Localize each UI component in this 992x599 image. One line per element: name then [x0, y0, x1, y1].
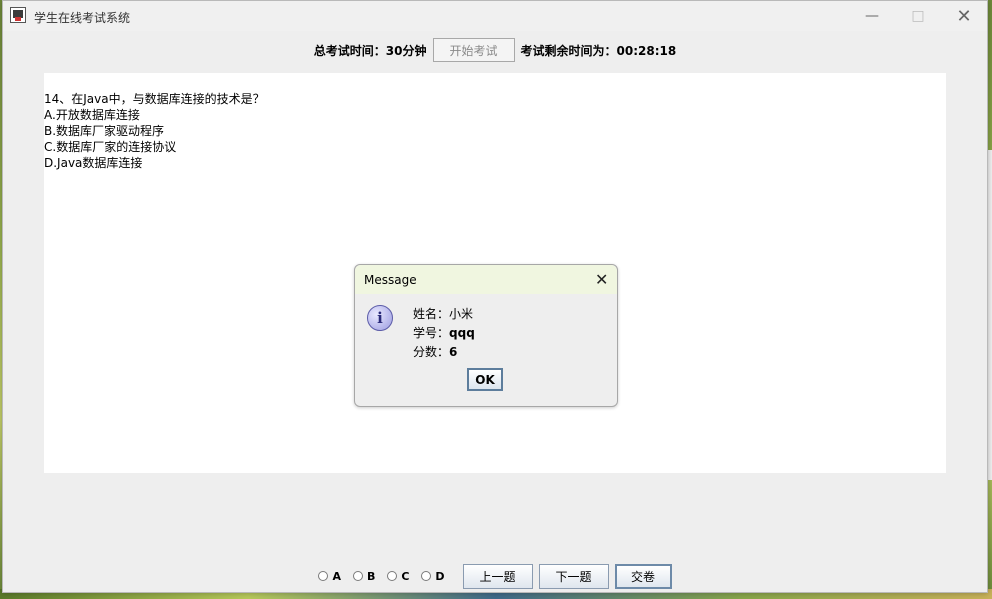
start-exam-button[interactable]: 开始考试	[432, 38, 515, 62]
dialog-close-icon[interactable]: ✕	[595, 270, 608, 289]
score-value: 6	[449, 345, 458, 359]
option-b-label: B	[366, 569, 376, 583]
maximize-button[interactable]: □	[895, 1, 941, 31]
radio-circle[interactable]	[421, 571, 432, 581]
option-c-label: C	[401, 569, 410, 583]
next-question-button[interactable]: 下一题	[538, 563, 609, 589]
student-id-label: 学号：	[413, 326, 450, 340]
option-d-radio[interactable]: D	[421, 569, 445, 583]
title-bar: 学生在线考试系统 — □ ✕	[3, 1, 987, 31]
radio-circle[interactable]	[318, 571, 329, 581]
option-c-text: C.数据库厂家的连接协议	[44, 140, 177, 154]
name-row: 姓名：小米	[413, 305, 475, 324]
option-d-text: D.Java数据库连接	[44, 156, 143, 170]
radio-circle[interactable]	[387, 571, 398, 581]
name-value: 小米	[449, 307, 474, 321]
dialog-title-bar: Message ✕	[355, 265, 617, 294]
close-window-button[interactable]: ✕	[941, 1, 987, 31]
option-d-label: D	[435, 569, 445, 583]
student-id-row: 学号：qqq	[413, 324, 475, 343]
option-a-radio[interactable]: A	[318, 570, 341, 583]
option-b-text: B.数据库厂家驱动程序	[44, 124, 165, 138]
total-time-label: 总考试时间：30分钟	[313, 43, 427, 58]
option-b-radio[interactable]: B	[352, 569, 376, 583]
option-a-label: A	[332, 569, 341, 583]
option-c-radio[interactable]: C	[387, 570, 409, 583]
previous-question-button[interactable]: 上一题	[462, 563, 533, 589]
app-icon	[10, 7, 26, 23]
dialog-title: Message	[364, 273, 417, 287]
ok-button[interactable]: OK	[467, 368, 503, 391]
exam-info-bar: 总考试时间：30分钟 开始考试 考试剩余时间为：00:28:18	[3, 37, 987, 63]
result-details: 姓名：小米 学号：qqq 分数：6	[413, 305, 475, 362]
message-dialog: Message ✕ i 姓名：小米 学号：qqq 分数：6 OK	[354, 264, 618, 407]
score-row: 分数：6	[413, 343, 475, 362]
information-icon: i	[367, 305, 393, 331]
name-label: 姓名：	[413, 307, 450, 321]
radio-circle[interactable]	[352, 571, 363, 581]
answer-bar: A B C D 上一题 下一题 交卷	[3, 563, 987, 589]
window-title: 学生在线考试系统	[34, 11, 131, 25]
submit-exam-button[interactable]: 交卷	[614, 563, 672, 589]
student-id-value: qqq	[449, 326, 475, 340]
remaining-time-label: 考试剩余时间为：00:28:18	[520, 43, 677, 58]
score-label: 分数：	[413, 345, 450, 359]
minimize-button[interactable]: —	[849, 1, 895, 31]
option-a-text: A.开放数据库连接	[44, 108, 140, 122]
question-content: 14、在Java中，与数据库连接的技术是？ A.开放数据库连接 B.数据库厂家驱…	[44, 91, 265, 171]
question-stem: 14、在Java中，与数据库连接的技术是？	[44, 92, 265, 106]
